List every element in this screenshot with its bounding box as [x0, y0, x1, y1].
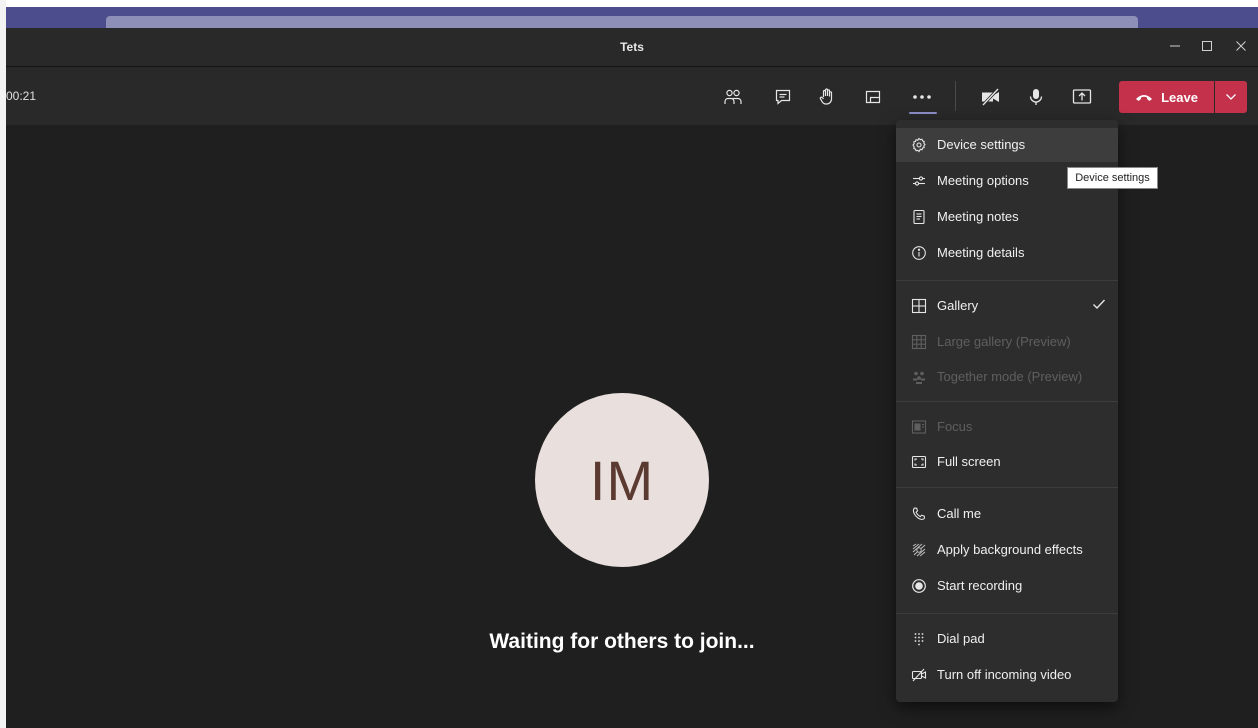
background-effects-icon [910, 541, 928, 559]
menu-item-focus[interactable]: Focus [896, 410, 1118, 444]
menu-divider [896, 487, 1118, 488]
window-left-edge [0, 0, 6, 728]
maximize-icon [1202, 41, 1212, 51]
menu-item-label: Focus [937, 419, 973, 434]
raise-hand-button[interactable] [814, 84, 840, 110]
focus-icon [910, 418, 928, 436]
minimize-button[interactable] [1162, 34, 1188, 58]
leave-options-button[interactable] [1215, 81, 1247, 113]
menu-item-call-me[interactable]: Call me [896, 497, 1118, 531]
menu-item-label: Large gallery (Preview) [937, 334, 1071, 349]
toolbar-divider [955, 81, 956, 111]
close-icon [1236, 41, 1246, 51]
hand-icon [819, 88, 833, 105]
share-screen-button[interactable] [1069, 84, 1095, 110]
chat-button[interactable] [770, 84, 796, 110]
menu-item-large-gallery[interactable]: Large gallery (Preview) [896, 325, 1118, 359]
minimize-icon [1170, 45, 1180, 47]
phone-icon [910, 505, 928, 523]
dial-pad-icon [910, 630, 928, 648]
large-gallery-icon [910, 333, 928, 351]
gallery-grid-icon [910, 297, 928, 315]
notes-icon [910, 208, 928, 226]
menu-divider [896, 613, 1118, 614]
menu-item-meeting-notes[interactable]: Meeting notes [896, 200, 1118, 234]
menu-item-background-effects[interactable]: Apply background effects [896, 533, 1118, 567]
more-icon [913, 95, 931, 99]
chevron-down-icon [1226, 94, 1236, 100]
window-title: Tets [620, 40, 644, 54]
meeting-toolbar: 00:21 Leave [6, 67, 1258, 125]
video-off-icon [910, 666, 928, 684]
device-settings-tooltip: Device settings [1067, 167, 1158, 189]
menu-item-label: Call me [937, 506, 982, 521]
leave-button[interactable]: Leave [1119, 81, 1214, 113]
menu-item-label: Gallery [937, 298, 979, 313]
maximize-button[interactable] [1194, 34, 1220, 58]
microphone-button[interactable] [1023, 84, 1049, 110]
menu-item-start-recording[interactable]: Start recording [896, 569, 1118, 603]
leave-label: Leave [1161, 89, 1198, 105]
title-bar: Tets [6, 28, 1258, 67]
menu-item-gallery[interactable]: Gallery [896, 289, 1118, 323]
menu-divider [896, 401, 1118, 402]
menu-item-label: Meeting notes [937, 209, 1019, 224]
menu-item-label: Device settings [937, 137, 1026, 152]
more-actions-menu: Device settings Meeting options Meeting … [896, 120, 1118, 702]
camera-toggle-button[interactable] [978, 84, 1004, 110]
more-active-indicator [909, 112, 937, 114]
menu-item-meeting-details[interactable]: Meeting details [896, 236, 1118, 270]
camera-off-icon [981, 87, 1000, 107]
menu-item-together-mode[interactable]: Together mode (Preview) [896, 360, 1118, 394]
participants-button[interactable] [720, 84, 746, 110]
menu-item-label: Turn off incoming video [937, 667, 1072, 682]
share-screen-icon [1072, 89, 1092, 104]
menu-item-label: Together mode (Preview) [937, 369, 1083, 384]
people-icon [724, 89, 742, 104]
menu-item-dial-pad[interactable]: Dial pad [896, 622, 1118, 656]
menu-item-label: Start recording [937, 578, 1023, 593]
chat-icon [775, 89, 791, 105]
close-window-button[interactable] [1228, 34, 1254, 58]
hang-up-icon [1136, 95, 1153, 101]
more-actions-button[interactable] [909, 84, 935, 110]
breakout-rooms-button[interactable] [860, 84, 886, 110]
breakout-rooms-icon [865, 90, 881, 104]
menu-item-label: Meeting details [937, 245, 1025, 260]
gear-icon [910, 136, 928, 154]
options-sliders-icon [910, 172, 928, 190]
menu-item-label: Dial pad [937, 631, 985, 646]
menu-item-label: Meeting options [937, 173, 1029, 188]
menu-item-full-screen[interactable]: Full screen [896, 445, 1118, 479]
together-mode-icon [910, 368, 928, 386]
menu-divider [896, 280, 1118, 281]
checkmark-icon [1092, 297, 1106, 314]
menu-item-device-settings[interactable]: Device settings [896, 128, 1118, 162]
menu-item-turn-off-incoming-video[interactable]: Turn off incoming video [896, 658, 1118, 692]
record-icon [910, 577, 928, 595]
microphone-icon [1029, 89, 1043, 105]
menu-item-label: Full screen [937, 454, 1001, 469]
meeting-timer: 00:21 [6, 89, 37, 103]
full-screen-icon [910, 453, 928, 471]
participant-avatar: IM [535, 393, 709, 567]
menu-item-label: Apply background effects [937, 542, 1083, 557]
info-icon [910, 244, 928, 262]
